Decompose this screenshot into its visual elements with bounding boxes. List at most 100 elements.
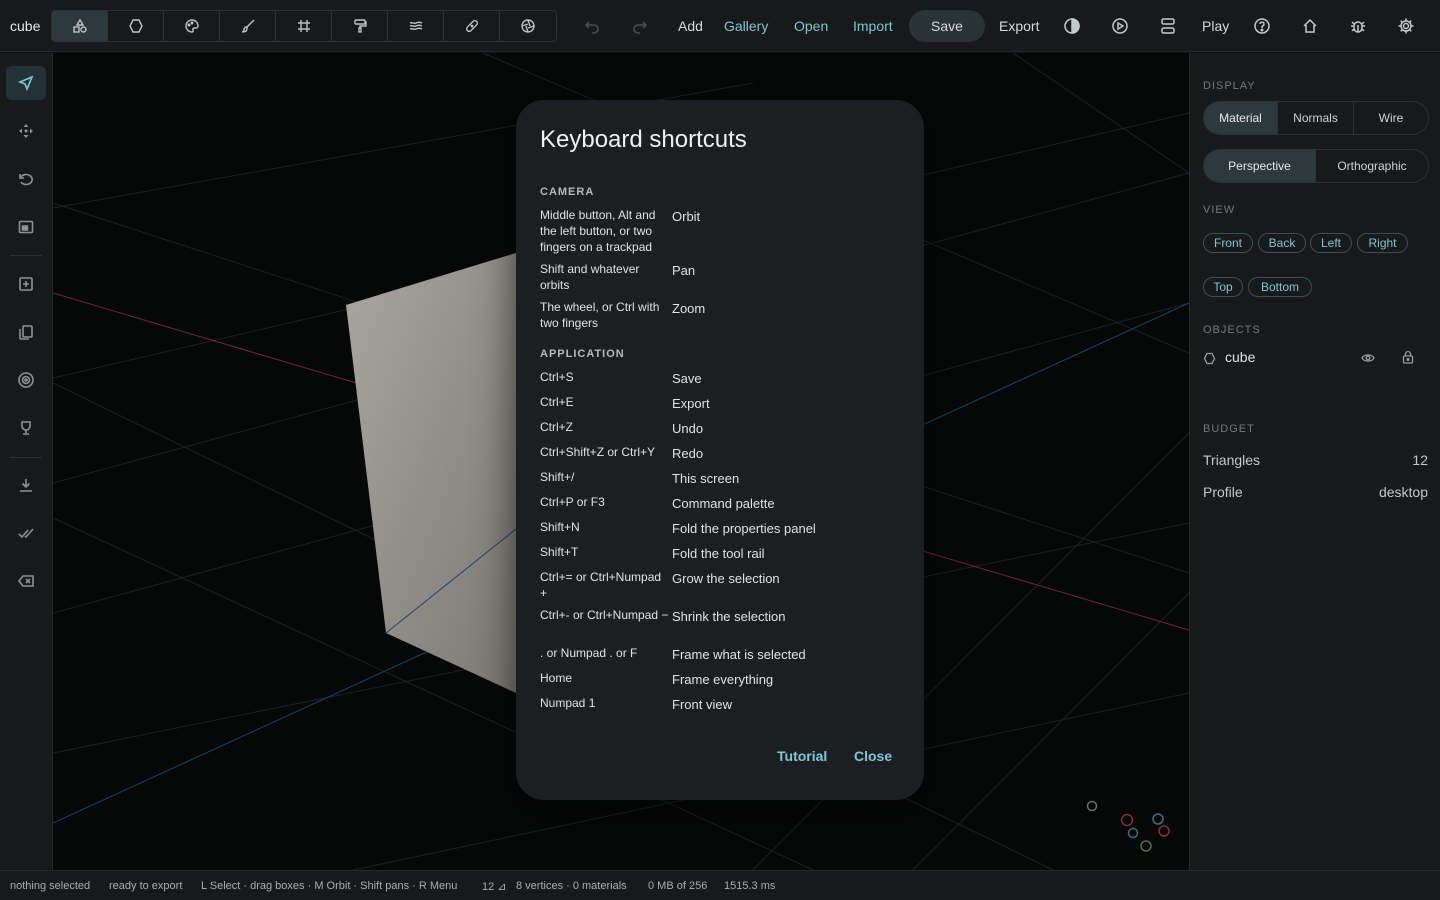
mesh-icon [1203, 352, 1216, 365]
close-button[interactable]: Close [854, 748, 892, 764]
settings-button[interactable] [1394, 14, 1418, 38]
scale-tool-button[interactable] [6, 210, 46, 244]
object-name: cube [1225, 349, 1256, 365]
objects-section-title: OBJECTS [1203, 324, 1261, 336]
tool-rail [0, 53, 53, 870]
shortcut-action: Undo [672, 421, 704, 436]
render-mode-button[interactable] [500, 11, 556, 41]
trophy-button[interactable] [6, 411, 46, 445]
tutorial-button[interactable]: Tutorial [777, 748, 827, 764]
view-bottom-button[interactable]: Bottom [1248, 277, 1312, 297]
triangles-value: 12 [1412, 452, 1428, 468]
shortcut-keys: Ctrl+Z [540, 420, 573, 434]
frame-time: 1515.3 ms [724, 880, 776, 892]
validate-button[interactable] [6, 516, 46, 550]
camera-section-title: CAMERA [540, 186, 595, 198]
layout-button[interactable] [1156, 14, 1180, 38]
view-back-button[interactable]: Back [1258, 233, 1306, 253]
object-mode-button[interactable] [108, 11, 164, 41]
debug-button[interactable] [1346, 14, 1370, 38]
normals-shading-button[interactable]: Normals [1278, 102, 1354, 134]
material-mode-button[interactable] [164, 11, 220, 41]
shortcut-keys: Middle button, Alt and the left button, … [540, 208, 656, 254]
grid-mode-button[interactable] [276, 11, 332, 41]
shortcut-keys: Shift+/ [540, 470, 575, 484]
layers-mode-button[interactable] [388, 11, 444, 41]
redo-icon [631, 17, 649, 35]
profile-value[interactable]: desktop [1379, 484, 1428, 500]
bug-icon [1349, 17, 1367, 35]
redo-button[interactable] [628, 14, 652, 38]
top-toolbar: cube Add Gallery Open Import Save Export… [0, 0, 1440, 52]
gallery-button[interactable]: Gallery [724, 0, 768, 52]
duplicate-button[interactable] [6, 315, 46, 349]
shortcut-action: Fold the tool rail [672, 546, 765, 561]
roller-mode-button[interactable] [332, 11, 388, 41]
save-button[interactable]: Save [909, 10, 985, 42]
trophy-icon [17, 419, 35, 437]
wire-shading-button[interactable]: Wire [1354, 102, 1428, 134]
undo-button[interactable] [580, 14, 604, 38]
view-left-button[interactable]: Left [1310, 233, 1352, 253]
import-button[interactable]: Import [853, 0, 893, 52]
shortcut-action: Orbit [672, 209, 701, 224]
open-button[interactable]: Open [794, 0, 828, 52]
help-button[interactable] [1250, 14, 1274, 38]
repair-mode-button[interactable] [444, 11, 500, 41]
help-icon [1253, 17, 1271, 35]
geometry-stats: 8 vertices · 0 materials [516, 880, 627, 892]
rotate-tool-button[interactable] [6, 162, 46, 196]
shading-toggle: Material Normals Wire [1203, 101, 1429, 135]
palette-icon [184, 18, 200, 34]
eye-icon[interactable] [1361, 351, 1375, 365]
pointer-icon [17, 74, 35, 92]
rail-divider [10, 255, 42, 256]
shortcut-action: Zoom [672, 301, 706, 316]
orientation-gizmo[interactable] [1086, 800, 1170, 852]
home-button[interactable] [1298, 14, 1322, 38]
play-animation-button[interactable] [1108, 14, 1132, 38]
download-button[interactable] [6, 468, 46, 502]
perspective-button[interactable]: Perspective [1204, 150, 1316, 182]
shortcut-action: Pan [672, 263, 696, 278]
shortcut-keys: Ctrl+Shift+Z or Ctrl+Y [540, 445, 656, 459]
select-tool-button[interactable] [6, 66, 46, 100]
shortcut-action: This screen [672, 471, 740, 486]
layout-icon [1159, 17, 1177, 35]
orthographic-button[interactable]: Orthographic [1316, 150, 1428, 182]
view-right-button[interactable]: Right [1357, 233, 1408, 253]
triangle-count: 12 ⊿ [482, 881, 507, 893]
selection-status: nothing selected [10, 880, 91, 892]
properties-panel: DISPLAY Material Normals Wire Perspectiv… [1189, 53, 1440, 870]
shortcut-keys: Ctrl+= or Ctrl+Numpad + [540, 570, 662, 600]
aperture-icon [520, 18, 536, 34]
budget-section-title: BUDGET [1203, 423, 1255, 435]
move-tool-button[interactable] [6, 114, 46, 148]
shapes-mode-button[interactable] [52, 11, 108, 41]
export-button[interactable]: Export [999, 0, 1039, 52]
target-button[interactable] [6, 363, 46, 397]
paint-mode-button[interactable] [220, 11, 276, 41]
grid-icon [296, 18, 312, 34]
add-object-button[interactable] [6, 267, 46, 301]
brush-icon [240, 18, 256, 34]
clear-button[interactable] [6, 564, 46, 598]
plus-square-icon [17, 275, 35, 293]
cube-mesh[interactable] [346, 253, 516, 693]
view-front-button[interactable]: Front [1203, 233, 1253, 253]
rotate-icon [17, 170, 35, 188]
material-shading-button[interactable]: Material [1204, 102, 1278, 134]
status-bar: nothing selected ready to export L Selec… [0, 870, 1440, 900]
shortcut-keys: Ctrl+S [540, 370, 574, 384]
view-top-button[interactable]: Top [1203, 277, 1243, 297]
view-section-title: VIEW [1203, 204, 1236, 216]
lock-icon[interactable] [1402, 350, 1414, 364]
shapes-icon [72, 18, 88, 34]
mode-toolbar [51, 10, 557, 42]
contrast-button[interactable] [1060, 14, 1084, 38]
backspace-icon [17, 572, 35, 590]
play-button[interactable]: Play [1202, 0, 1229, 52]
add-button[interactable]: Add [678, 0, 703, 52]
shortcut-action: Command palette [672, 496, 775, 511]
object-row[interactable]: cube [1203, 349, 1431, 369]
